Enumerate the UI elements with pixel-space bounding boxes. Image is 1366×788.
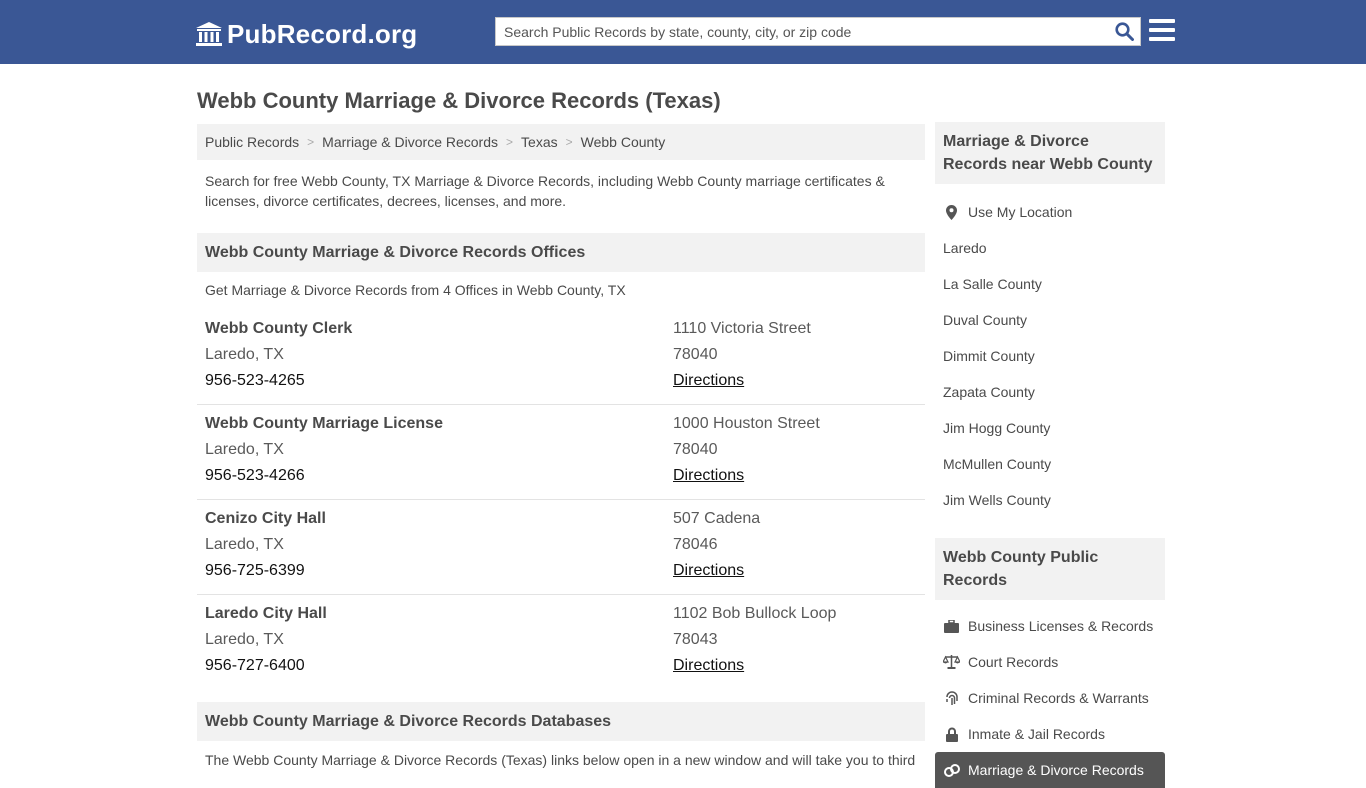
sidebar-item-label: Business Licenses & Records (968, 618, 1154, 634)
breadcrumb-separator: > (307, 135, 315, 149)
search-input[interactable] (496, 18, 1108, 45)
office-zip: 78040 (673, 346, 718, 363)
office-street: 1110 Victoria Street (673, 320, 811, 337)
sidebar-near-title: Marriage & Divorce Records near Webb Cou… (935, 122, 1165, 184)
sidebar-item-inmate-records[interactable]: Inmate & Jail Records (935, 716, 1165, 752)
nearby-list: Use My Location Laredo La Salle County D… (935, 194, 1165, 518)
office-name[interactable]: Webb County Clerk (205, 316, 352, 342)
sidebar: Marriage & Divorce Records near Webb Cou… (935, 122, 1165, 788)
office-street: 1102 Bob Bullock Loop (673, 605, 837, 622)
directions-link[interactable]: Directions (673, 372, 744, 389)
office-phone[interactable]: 956-725-6399 (205, 558, 326, 584)
nearby-item-jim-wells-county[interactable]: Jim Wells County (935, 482, 1165, 518)
sidebar-item-court-records[interactable]: Court Records (935, 644, 1165, 680)
office-zip: 78046 (673, 536, 718, 553)
sidebar-item-business-licenses[interactable]: Business Licenses & Records (935, 608, 1165, 644)
search-icon (1114, 22, 1134, 41)
rings-icon (943, 762, 960, 778)
office-street: 507 Cadena (673, 510, 761, 527)
office-city: Laredo, TX (205, 631, 284, 648)
office-item: Cenizo City Hall Laredo, TX 956-725-6399… (197, 500, 925, 595)
directions-link[interactable]: Directions (673, 562, 744, 579)
scales-icon (943, 654, 960, 670)
office-phone[interactable]: 956-523-4266 (205, 463, 443, 489)
office-name[interactable]: Cenizo City Hall (205, 506, 326, 532)
site-logo[interactable]: PubRecord.org (195, 18, 417, 50)
office-item: Webb County Clerk Laredo, TX 956-523-426… (197, 310, 925, 405)
sidebar-item-marriage-divorce[interactable]: Marriage & Divorce Records (935, 752, 1165, 788)
search-bar (495, 17, 1141, 46)
breadcrumb-separator: > (565, 135, 573, 149)
office-zip: 78043 (673, 631, 718, 648)
nearby-item-duval-county[interactable]: Duval County (935, 302, 1165, 338)
sidebar-public-records-title: Webb County Public Records (935, 538, 1165, 600)
briefcase-icon (943, 618, 960, 634)
lock-icon (943, 726, 960, 742)
office-name[interactable]: Laredo City Hall (205, 601, 327, 627)
databases-intro-text: The Webb County Marriage & Divorce Recor… (205, 752, 916, 768)
sidebar-item-label: Criminal Records & Warrants (968, 690, 1149, 706)
nearby-item-dimmit-county[interactable]: Dimmit County (935, 338, 1165, 374)
offices-section-subtitle: Get Marriage & Divorce Records from 4 Of… (205, 282, 626, 298)
breadcrumb: Public Records > Marriage & Divorce Reco… (197, 124, 925, 160)
main-content: Public Records > Marriage & Divorce Reco… (197, 124, 925, 770)
courthouse-icon (196, 22, 222, 46)
nearby-item-la-salle-county[interactable]: La Salle County (935, 266, 1165, 302)
logo-text: PubRecord.org (227, 18, 418, 49)
office-city: Laredo, TX (205, 441, 284, 458)
hamburger-menu-icon[interactable] (1149, 19, 1175, 43)
office-city: Laredo, TX (205, 346, 284, 363)
breadcrumb-texas[interactable]: Texas (521, 134, 558, 150)
sidebar-item-label: Inmate & Jail Records (968, 726, 1105, 742)
breadcrumb-webb-county[interactable]: Webb County (581, 134, 666, 150)
offices-section-title: Webb County Marriage & Divorce Records O… (197, 233, 925, 272)
sidebar-item-criminal-records[interactable]: Criminal Records & Warrants (935, 680, 1165, 716)
office-phone[interactable]: 956-523-4265 (205, 368, 352, 394)
nearby-item-jim-hogg-county[interactable]: Jim Hogg County (935, 410, 1165, 446)
page-title: Webb County Marriage & Divorce Records (… (197, 88, 721, 113)
directions-link[interactable]: Directions (673, 467, 744, 484)
fingerprint-icon (943, 690, 960, 706)
nearby-item-laredo[interactable]: Laredo (935, 230, 1165, 266)
top-navbar: PubRecord.org (0, 0, 1366, 64)
office-phone[interactable]: 956-727-6400 (205, 653, 327, 679)
sidebar-item-label: Marriage & Divorce Records (968, 762, 1144, 778)
breadcrumb-marriage-divorce[interactable]: Marriage & Divorce Records (322, 134, 498, 150)
map-marker-icon (943, 204, 960, 220)
use-my-location-link[interactable]: Use My Location (935, 194, 1165, 230)
breadcrumb-separator: > (506, 135, 514, 149)
office-item: Laredo City Hall Laredo, TX 956-727-6400… (197, 595, 925, 690)
intro-text: Search for free Webb County, TX Marriage… (205, 173, 885, 209)
office-street: 1000 Houston Street (673, 415, 820, 432)
directions-link[interactable]: Directions (673, 657, 744, 674)
search-button[interactable] (1108, 18, 1140, 45)
public-records-list: Business Licenses & Records Court Record… (935, 608, 1165, 788)
sidebar-item-label: Court Records (968, 654, 1059, 670)
office-zip: 78040 (673, 441, 718, 458)
nearby-item-zapata-county[interactable]: Zapata County (935, 374, 1165, 410)
breadcrumb-public-records[interactable]: Public Records (205, 134, 299, 150)
nearby-item-mcmullen-county[interactable]: McMullen County (935, 446, 1165, 482)
office-name[interactable]: Webb County Marriage License (205, 411, 443, 437)
office-city: Laredo, TX (205, 536, 284, 553)
use-my-location-label: Use My Location (968, 204, 1073, 220)
office-item: Webb County Marriage License Laredo, TX … (197, 405, 925, 500)
databases-section-title: Webb County Marriage & Divorce Records D… (197, 702, 925, 741)
